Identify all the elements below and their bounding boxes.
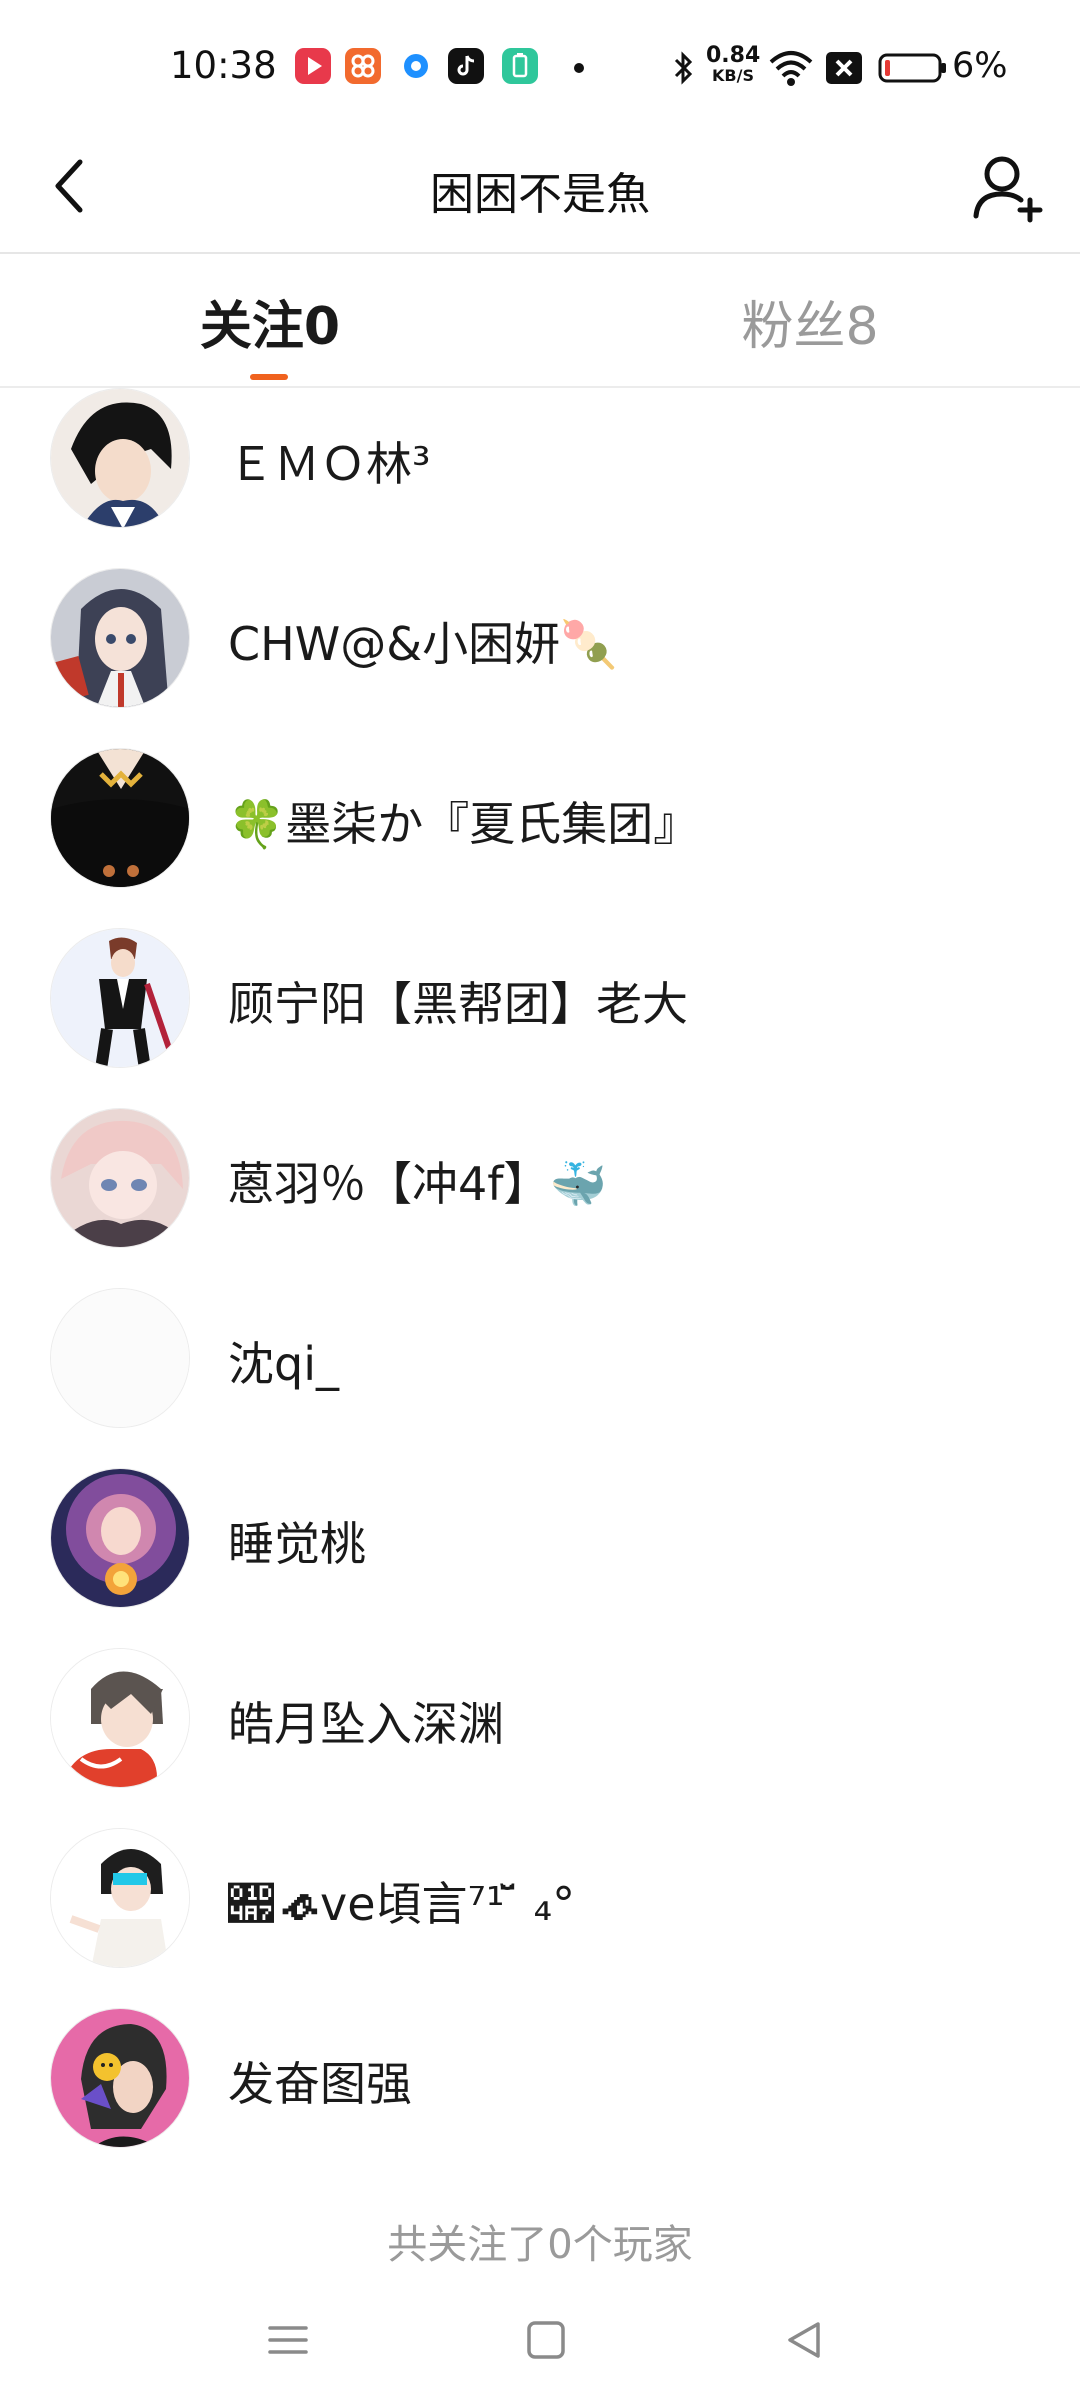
list-item[interactable]: 𝒧𝓸ve頃言⁷¹ ̆̈ ₄° — [0, 1808, 1080, 1988]
add-friend-button[interactable] — [966, 146, 1050, 230]
notification-dot-icon — [574, 63, 584, 73]
back-nav-button[interactable] — [774, 2310, 834, 2370]
follow-count-summary: 共关注了0个玩家 — [387, 2222, 693, 2268]
tiktok-app-icon — [448, 48, 484, 84]
user-name: 蒽羽％【冲4f】🐳 — [228, 1157, 607, 1211]
browser-app-icon — [398, 48, 434, 84]
list-item[interactable]: ＥＭＯ林³ — [0, 368, 1080, 548]
page-title: 困困不是魚 — [430, 169, 650, 220]
avatar[interactable] — [50, 1648, 190, 1788]
title-bar: 困困不是魚 — [0, 120, 1080, 254]
home-square-icon — [527, 2321, 565, 2359]
system-nav-bar — [0, 2290, 1080, 2400]
tab-following[interactable]: 关注0 — [170, 284, 370, 357]
avatar[interactable] — [50, 1468, 190, 1608]
net-speed: 0.84 KB/S — [706, 43, 761, 86]
user-name: CHW@&小困妍🍡 — [228, 617, 618, 671]
back-triangle-icon — [788, 2322, 820, 2358]
user-name: 发奋图强 — [228, 2057, 412, 2111]
no-sim-icon — [826, 52, 862, 84]
avatar[interactable] — [50, 1828, 190, 1968]
avatar[interactable] — [50, 1108, 190, 1248]
user-name: 🍀墨柒か『夏氏集团』 — [228, 797, 700, 851]
avatar[interactable] — [50, 928, 190, 1068]
list-item[interactable]: 🍀墨柒か『夏氏集团』 — [0, 728, 1080, 908]
user-name: ＥＭＯ林³ — [228, 437, 431, 491]
net-speed-value: 0.84 — [706, 43, 761, 68]
add-user-icon — [973, 156, 1043, 223]
list-item[interactable]: 顾宁阳【黑帮团】老大 — [0, 908, 1080, 1088]
list-item[interactable]: 沈qi_ — [0, 1268, 1080, 1448]
list-item[interactable]: 发奋图强 — [0, 1988, 1080, 2168]
user-name: 皓月坠入深渊 — [228, 1697, 504, 1751]
battery-icon — [878, 52, 948, 84]
bluetooth-icon — [668, 48, 698, 88]
store-app-icon — [345, 48, 381, 84]
list-item[interactable]: CHW@&小困妍🍡 — [0, 548, 1080, 728]
user-name: 𝒧𝓸ve頃言⁷¹ ̆̈ ₄° — [228, 1877, 576, 1931]
avatar[interactable] — [50, 748, 190, 888]
battery-app-icon — [502, 48, 538, 84]
list-item[interactable]: 皓月坠入深渊 — [0, 1628, 1080, 1808]
list-item[interactable]: 睡觉桃 — [0, 1448, 1080, 1628]
video-app-icon — [295, 48, 331, 84]
tab-fans[interactable]: 粉丝8 — [710, 284, 910, 357]
avatar[interactable] — [50, 1288, 190, 1428]
user-name: 睡觉桃 — [228, 1517, 366, 1571]
menu-icon — [268, 2326, 308, 2354]
avatar[interactable] — [50, 388, 190, 528]
user-name: 顾宁阳【黑帮团】老大 — [228, 977, 688, 1031]
battery-percent: 6% — [952, 46, 1008, 86]
home-button[interactable] — [516, 2310, 576, 2370]
wifi-icon — [768, 48, 814, 88]
menu-button[interactable] — [258, 2310, 318, 2370]
status-bar: 10:38 0.84 KB/S 6% — [0, 0, 1080, 120]
status-time: 10:38 — [170, 44, 277, 87]
user-name: 沈qi_ — [228, 1337, 339, 1391]
avatar[interactable] — [50, 2008, 190, 2148]
avatar[interactable] — [50, 568, 190, 708]
list-item[interactable]: 蒽羽％【冲4f】🐳 — [0, 1088, 1080, 1268]
net-speed-unit: KB/S — [712, 66, 754, 85]
